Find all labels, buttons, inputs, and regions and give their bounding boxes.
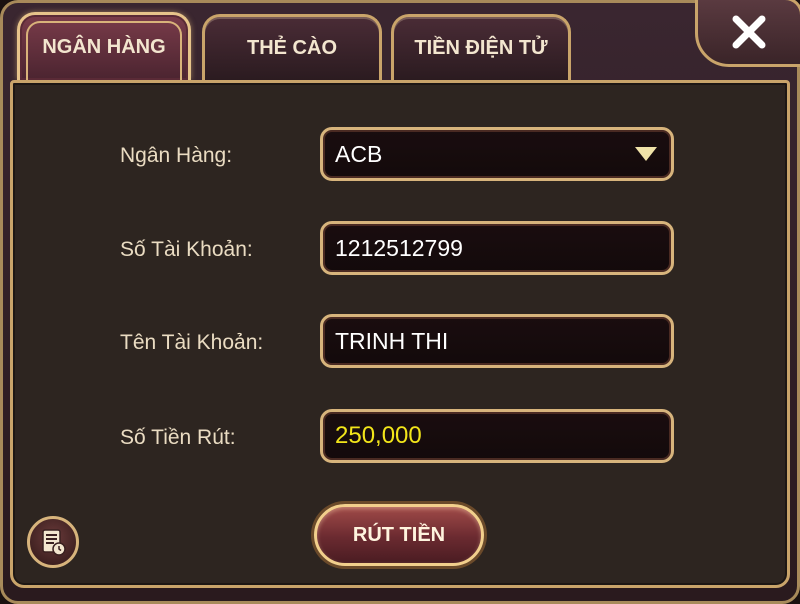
- tab-crypto[interactable]: TIỀN ĐIỆN TỬ: [391, 14, 571, 80]
- bank-label: Ngân Hàng:: [120, 144, 233, 167]
- amount-input[interactable]: 250,000: [320, 409, 674, 463]
- close-icon: [732, 15, 766, 49]
- account-name-label: Tên Tài Khoản:: [120, 331, 264, 354]
- account-number-input[interactable]: 1212512799: [320, 221, 674, 275]
- amount-label: Số Tiền Rút:: [120, 426, 236, 449]
- close-button[interactable]: [695, 0, 800, 67]
- history-icon: [42, 529, 66, 556]
- account-name-input[interactable]: TRINH THI: [320, 314, 674, 368]
- tab-bar: NGÂN HÀNG THẺ CÀO TIỀN ĐIỆN TỬ: [0, 0, 800, 84]
- withdraw-button-label: RÚT TIỀN: [352, 523, 446, 546]
- history-button[interactable]: [27, 516, 79, 568]
- tab-bank[interactable]: NGÂN HÀNG: [17, 12, 191, 84]
- tab-bank-label: NGÂN HÀNG: [42, 36, 166, 58]
- bank-select-value: ACB: [335, 140, 383, 167]
- withdraw-button[interactable]: RÚT TIỀN: [314, 504, 484, 566]
- account-name-value: TRINH THI: [335, 327, 449, 354]
- amount-value: 250,000: [335, 422, 422, 449]
- bank-select[interactable]: ACB: [320, 127, 674, 181]
- account-number-value: 1212512799: [335, 234, 463, 261]
- account-number-label: Số Tài Khoản:: [120, 238, 253, 261]
- chevron-down-icon: [635, 147, 657, 161]
- tab-crypto-label: TIỀN ĐIỆN TỬ: [414, 37, 548, 59]
- tab-card-label: THẺ CÀO: [247, 37, 337, 59]
- tab-card[interactable]: THẺ CÀO: [202, 14, 382, 80]
